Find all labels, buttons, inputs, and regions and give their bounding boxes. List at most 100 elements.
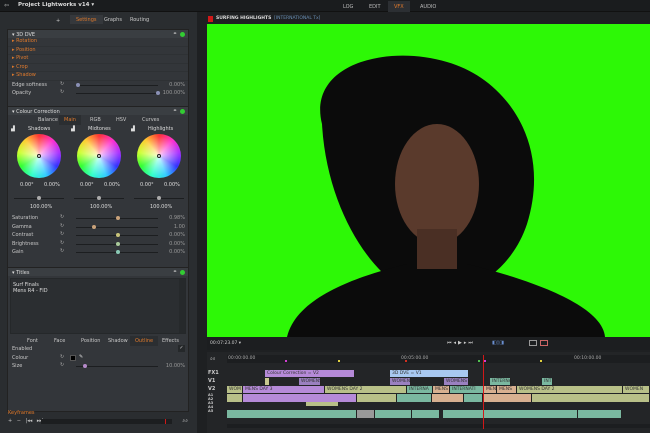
timeline-ruler[interactable]: 00:00:00.00 00:05:00.00 00:10:00.00 (227, 355, 650, 363)
size-slider[interactable] (76, 366, 158, 367)
add-effect-button[interactable]: + (50, 16, 66, 25)
reset-icon[interactable]: ↻ (60, 248, 64, 254)
tab-vfx[interactable]: VFX (388, 1, 410, 12)
section-shadow[interactable]: ▸ Shadow (8, 72, 188, 81)
remove-keyframe-button[interactable]: − (17, 418, 21, 424)
marker[interactable] (405, 360, 407, 362)
timeline-clip[interactable] (357, 410, 375, 418)
timeline-clip[interactable]: INTERNATI (450, 386, 484, 393)
timeline-clip[interactable]: WOMENS (444, 378, 469, 385)
marker[interactable] (484, 360, 486, 362)
timeline-clip[interactable] (432, 394, 464, 402)
safe-area-icon[interactable] (540, 340, 548, 346)
timeline-clip[interactable]: MENS DAY 3 (243, 386, 325, 393)
exit-icon[interactable]: ⇦ (4, 2, 9, 9)
titles-header[interactable]: ▾ Titles ⚭ (8, 268, 188, 276)
wheel-handle[interactable] (97, 154, 101, 158)
timeline-clip[interactable]: MENS (497, 386, 517, 393)
timeline-clip[interactable] (412, 410, 440, 418)
timeline-clip[interactable]: WOMENS DAY 2 (325, 386, 407, 393)
timeline-clip[interactable] (443, 410, 578, 418)
timeline-clip[interactable]: MENS (484, 386, 497, 393)
reset-icon[interactable]: ↻ (60, 223, 64, 229)
timeline-clip[interactable]: WOMENS DAY 2 (517, 386, 623, 393)
slider-track[interactable] (76, 84, 158, 86)
video-viewer[interactable] (207, 24, 650, 337)
track-label-v1[interactable]: V1 (208, 378, 215, 384)
transport-controls[interactable]: ⏮◂▶▸⏭ (447, 340, 475, 346)
slider-knob[interactable] (156, 91, 160, 95)
track-label-fx1[interactable]: FX1 (208, 370, 219, 376)
tab-audio[interactable]: AUDIO (414, 1, 442, 12)
timeline-clip[interactable] (397, 394, 432, 402)
mark-icons[interactable]: ◧◊◨ (492, 340, 504, 346)
wheel-handle[interactable] (157, 154, 161, 158)
timeline-clip[interactable] (484, 394, 532, 402)
enabled-led-icon[interactable] (180, 31, 185, 37)
zoom-icons[interactable]: ⌕⌕ (182, 418, 188, 424)
slider-knob[interactable] (116, 216, 120, 220)
reset-icon[interactable]: ↻ (60, 81, 64, 87)
tab-routing[interactable]: Routing (124, 15, 155, 24)
timeline-clip[interactable] (357, 394, 397, 402)
prev-keyframe-button[interactable]: |◂◂ (26, 418, 33, 424)
marker[interactable] (478, 360, 480, 362)
timeline-clip[interactable]: MENS (433, 386, 450, 393)
track-label-a5[interactable]: A5 (208, 409, 213, 413)
timeline-clip[interactable] (265, 378, 270, 385)
timeline-clip[interactable] (532, 394, 650, 402)
marker[interactable] (338, 360, 340, 362)
reset-icon[interactable]: ↻ (60, 240, 64, 246)
reset-icon[interactable]: ↻ (60, 354, 64, 360)
timeline-clip[interactable]: 3D DVE = V1 (390, 370, 469, 377)
colour-wheel[interactable] (17, 134, 61, 178)
slider-track[interactable] (76, 93, 158, 94)
colour-wheel[interactable] (137, 134, 181, 178)
histogram-icon[interactable]: ▟ (71, 126, 75, 132)
keyframe-track[interactable] (41, 419, 172, 424)
slider-knob[interactable] (83, 364, 87, 368)
timeline-clip[interactable] (243, 394, 357, 402)
luma-knob[interactable] (157, 196, 161, 200)
link-icon[interactable]: ⚭ (173, 108, 177, 114)
timeline-clip[interactable] (227, 394, 243, 402)
playhead[interactable] (483, 355, 484, 429)
slider-knob[interactable] (92, 224, 96, 229)
timeline-clip[interactable]: Colour Correction = V2 (265, 370, 355, 377)
eyedropper-icon[interactable]: ✎ (79, 354, 83, 360)
timeline-clip[interactable] (464, 394, 483, 402)
link-icon[interactable]: ⚭ (173, 31, 177, 37)
section-position[interactable]: ▸ Position (8, 47, 188, 55)
wheel-handle[interactable] (37, 154, 41, 158)
reset-icon[interactable]: ↻ (60, 231, 64, 237)
slider-knob[interactable] (116, 233, 120, 237)
timeline-clip[interactable]: WOMEN (390, 378, 411, 385)
timeline-clip[interactable]: INT (542, 378, 553, 385)
zoom-icons[interactable]: ⌕⌕ (210, 356, 216, 362)
section-pivot[interactable]: ▸ Pivot (8, 55, 188, 64)
timeline-clip[interactable] (306, 402, 339, 406)
timeline-clip[interactable]: INTERNA (490, 378, 511, 385)
add-keyframe-button[interactable]: + (8, 418, 12, 424)
histogram-icon[interactable]: ▟ (131, 126, 135, 132)
timeline-clip[interactable]: WOMENS (299, 378, 321, 385)
tab-edit[interactable]: EDIT (363, 1, 387, 12)
dve-header[interactable]: ▾ 3D DVE ⚭ (8, 30, 188, 38)
marker[interactable] (540, 360, 542, 362)
timeline-clip[interactable]: WOMEN (623, 386, 650, 393)
section-rotation[interactable]: ▸ Rotation (8, 38, 188, 47)
timeline-clip[interactable] (227, 410, 357, 418)
luma-knob[interactable] (37, 196, 41, 200)
timeline-scrollbar[interactable] (227, 424, 650, 428)
slider-knob[interactable] (116, 241, 120, 246)
timeline-clip[interactable] (578, 410, 622, 418)
timeline-clip[interactable] (375, 410, 412, 418)
track-label-v2[interactable]: V2 (208, 386, 215, 392)
link-icon[interactable]: ⚭ (173, 269, 177, 275)
colour-wheel[interactable] (77, 134, 121, 178)
title-text-area[interactable]: Surf Finals Mens R4 - FID (10, 278, 186, 334)
histogram-icon[interactable]: ▟ (11, 126, 15, 132)
reset-icon[interactable]: ↻ (60, 362, 64, 368)
timeline[interactable]: ⌕⌕ 00:00:00.00 00:05:00.00 00:10:00.00 FX1… (207, 352, 650, 433)
text-scrollbar[interactable] (179, 279, 185, 333)
